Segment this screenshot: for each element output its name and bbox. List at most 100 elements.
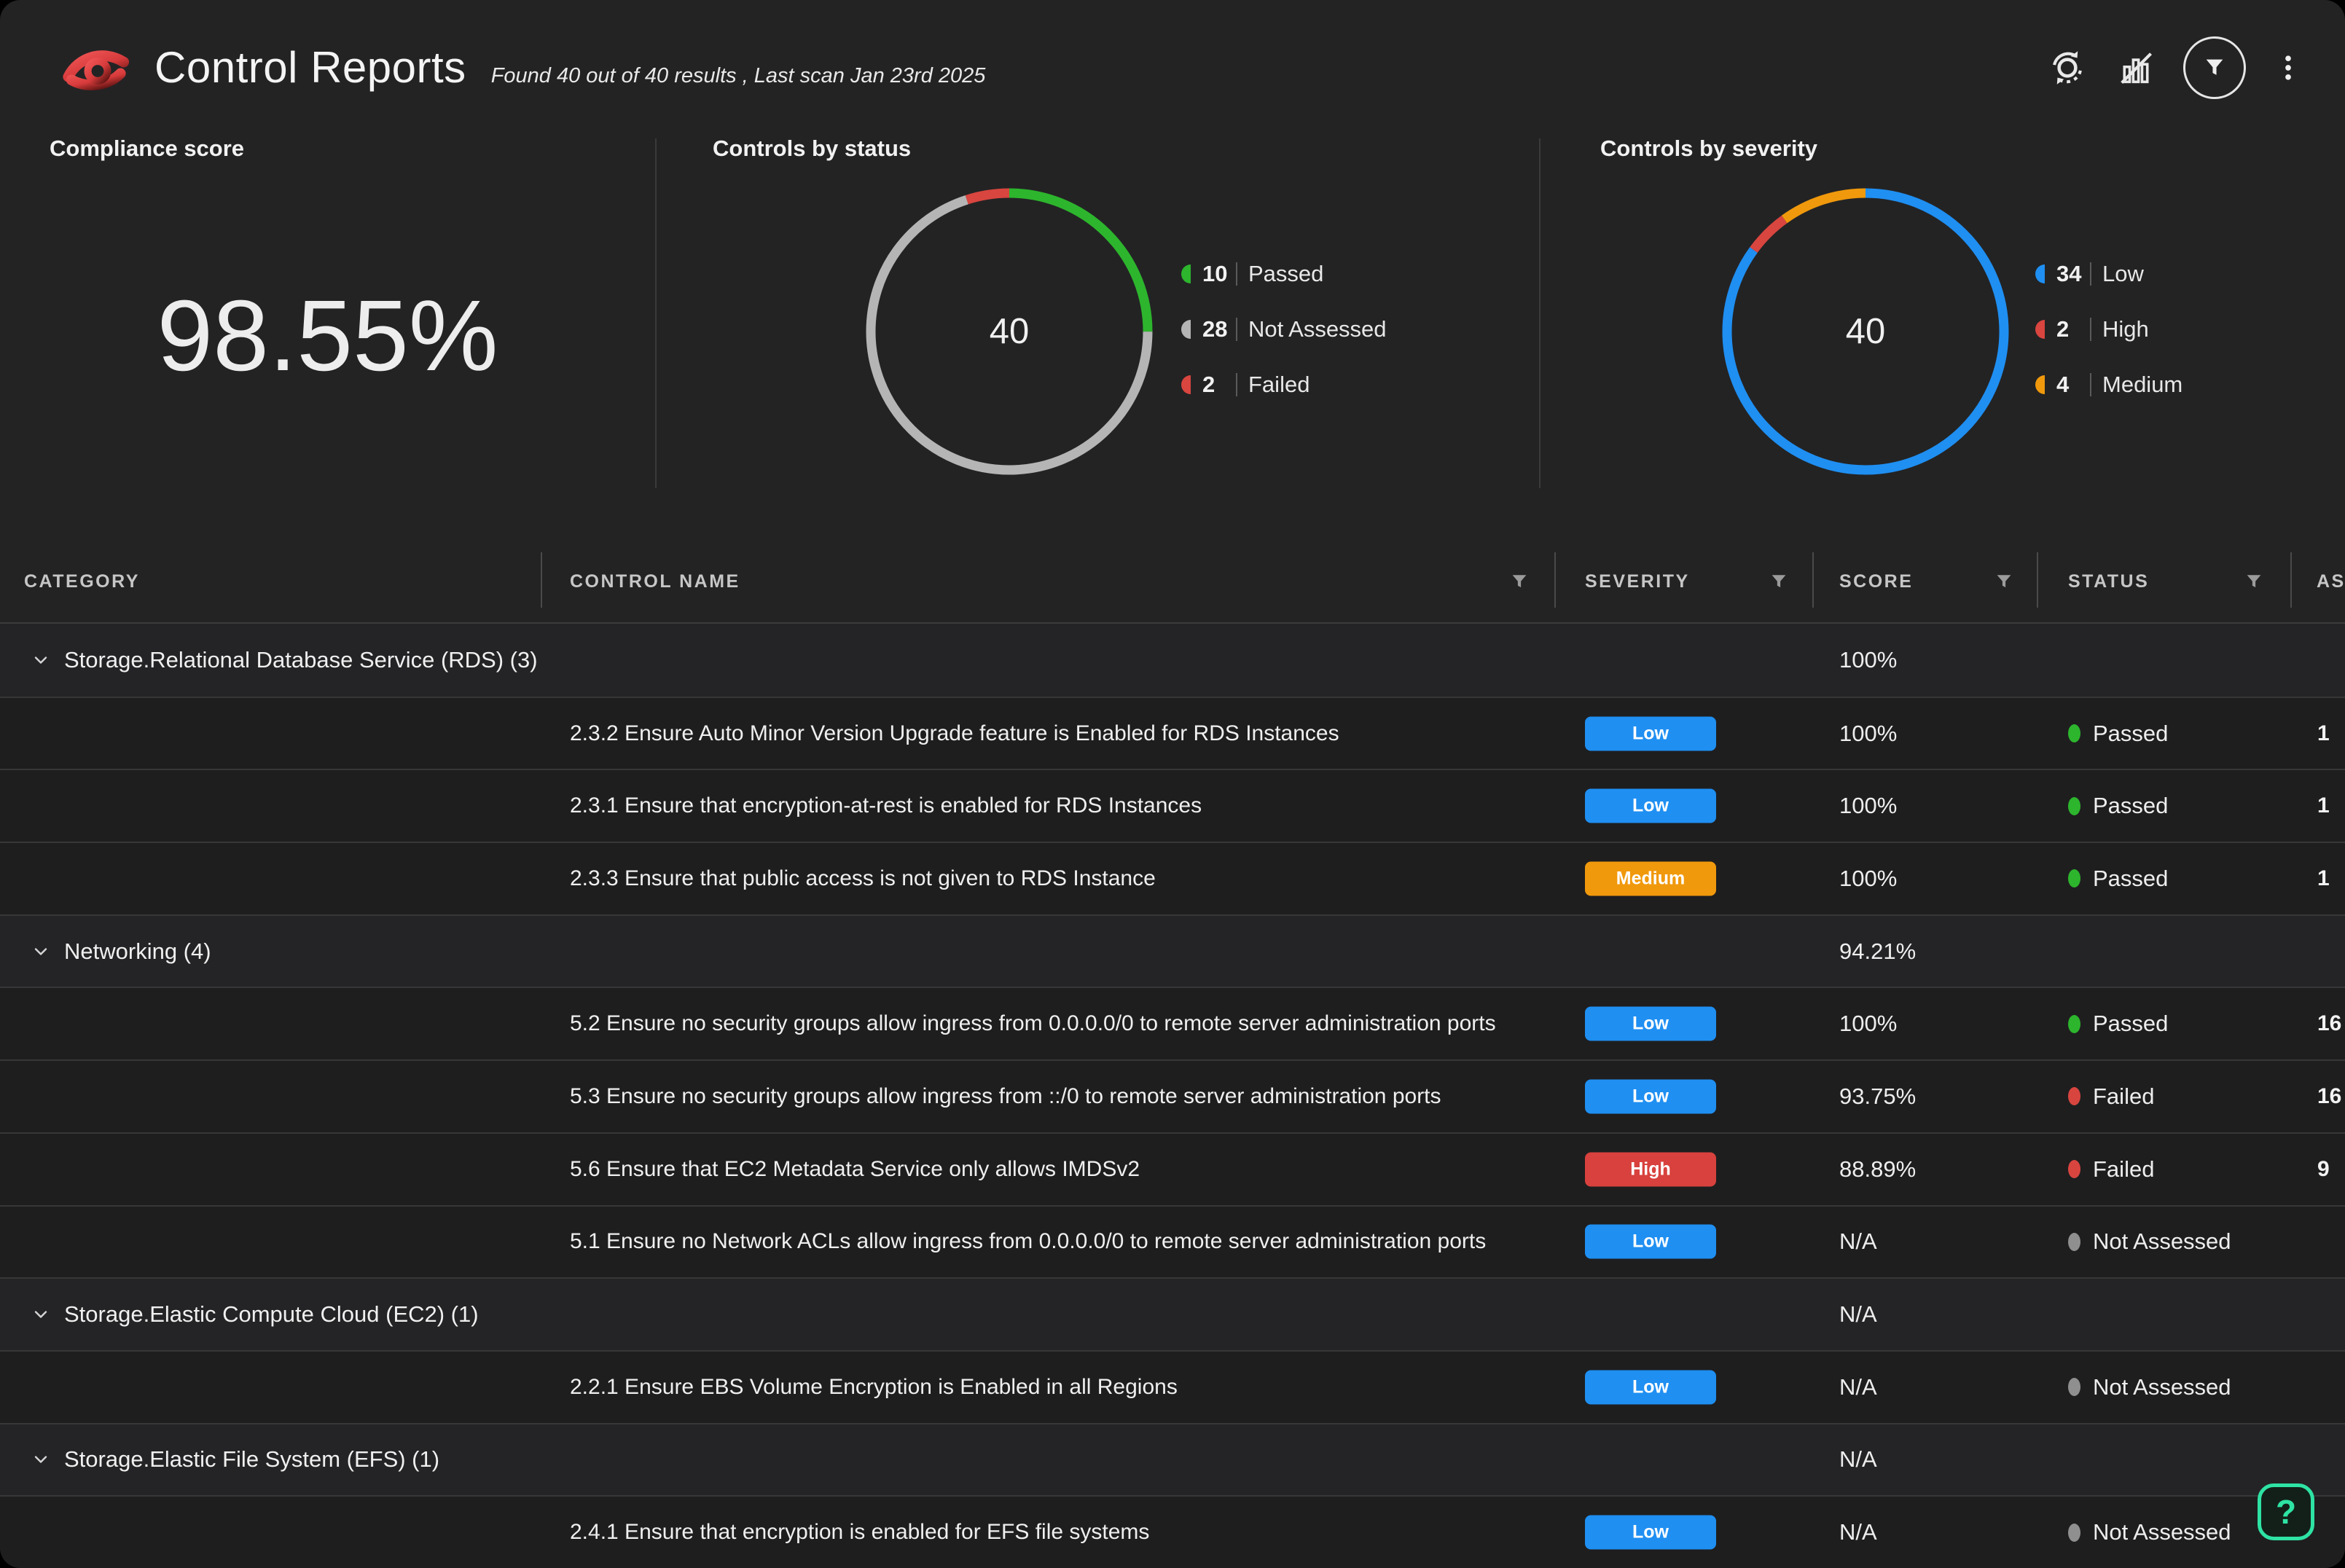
table-row-group[interactable]: Storage.Elastic Compute Cloud (EC2) (1)N…: [0, 1277, 2345, 1350]
chevron-down-icon[interactable]: [28, 1301, 54, 1328]
legend-item-failed[interactable]: 2 Failed: [1181, 364, 1387, 405]
severity-filter-icon[interactable]: [1768, 571, 1790, 592]
assets-count: 9: [2317, 1157, 2330, 1182]
status-label: Passed: [2093, 721, 2168, 747]
table-row-group[interactable]: Networking (4)94.21%: [0, 914, 2345, 987]
table-row-control[interactable]: 5.6 Ensure that EC2 Metadata Service onl…: [0, 1132, 2345, 1205]
column-header-category[interactable]: CATEGORY: [24, 571, 140, 592]
legend-item-high[interactable]: 2High: [2035, 309, 2182, 350]
severity-donut-total: 40: [1712, 179, 2019, 485]
column-header-control-name[interactable]: CONTROL NAME: [570, 571, 740, 592]
legend-label: Failed: [1248, 372, 1309, 398]
filter-button[interactable]: [2183, 36, 2246, 99]
kebab-menu-icon: [2272, 47, 2304, 89]
control-name-filter-icon[interactable]: [1508, 571, 1530, 592]
table-row-control[interactable]: 5.2 Ensure no security groups allow ingr…: [0, 987, 2345, 1059]
severity-badge: Low: [1585, 1225, 1716, 1259]
table-row-group[interactable]: Storage.Elastic File System (EFS) (1)N/A: [0, 1423, 2345, 1496]
control-name: 2.4.1 Ensure that encryption is enabled …: [570, 1520, 1149, 1545]
chevron-down-icon[interactable]: [28, 938, 54, 965]
status-cell: Failed: [2068, 1083, 2154, 1110]
more-options-button[interactable]: [2272, 47, 2304, 89]
legend-bullet-icon: [2035, 375, 2045, 394]
assets-count: 1: [2317, 793, 2330, 818]
column-header-assets[interactable]: ASSETS: [2317, 571, 2345, 592]
status-dot-icon: [2068, 1160, 2080, 1178]
chevron-down-icon[interactable]: [28, 647, 54, 673]
chevron-down-icon[interactable]: [28, 1446, 54, 1473]
compliance-score-card: Compliance score 98.55%: [0, 131, 655, 528]
table-row-control[interactable]: 2.3.2 Ensure Auto Minor Version Upgrade …: [0, 697, 2345, 769]
column-header-status[interactable]: STATUS: [2068, 571, 2149, 592]
severity-badge: Low: [1585, 1079, 1716, 1113]
column-separator: [1812, 552, 1814, 608]
legend-value: 28: [1202, 316, 1236, 342]
severity-badge: Medium: [1585, 861, 1716, 895]
control-reports-app: Control Reports Found 40 out of 40 resul…: [0, 0, 2345, 1568]
table-row-control[interactable]: 2.4.1 Ensure that encryption is enabled …: [0, 1495, 2345, 1568]
legend-bullet-icon: [2035, 264, 2045, 283]
column-header-severity[interactable]: SEVERITY: [1585, 571, 1690, 592]
column-header-score[interactable]: SCORE: [1839, 571, 1913, 592]
group-score: N/A: [1839, 1301, 1877, 1328]
auto-refresh-button[interactable]: [2046, 47, 2088, 89]
status-filter-icon[interactable]: [2243, 571, 2265, 592]
status-dot-icon: [2068, 1233, 2080, 1251]
app-header: Control Reports Found 40 out of 40 resul…: [0, 0, 2345, 135]
control-name: 2.2.1 Ensure EBS Volume Encryption is En…: [570, 1375, 1178, 1400]
legend-value: 34: [2056, 261, 2090, 287]
legend-label: Medium: [2102, 372, 2182, 398]
table-row-control[interactable]: 5.3 Ensure no security groups allow ingr…: [0, 1059, 2345, 1132]
status-dot-icon: [2068, 869, 2080, 887]
control-name: 5.1 Ensure no Network ACLs allow ingress…: [570, 1229, 1486, 1254]
legend-divider: [1236, 373, 1237, 396]
legend-divider: [2090, 318, 2091, 341]
status-cell: Passed: [2068, 793, 2168, 819]
legend-label: Not Assessed: [1248, 316, 1387, 342]
score-value: 100%: [1839, 793, 1897, 819]
compliance-score-value: 98.55%: [0, 286, 655, 386]
control-name: 2.3.1 Ensure that encryption-at-rest is …: [570, 793, 1202, 818]
status-dot-icon: [2068, 1015, 2080, 1033]
legend-bullet-icon: [1181, 264, 1191, 283]
legend-value: 2: [2056, 316, 2090, 342]
status-label: Not Assessed: [2093, 1374, 2231, 1400]
legend-item-medium[interactable]: 4Medium: [2035, 364, 2182, 405]
status-legend: 10Passed 28 Not Assessed 2 Failed: [1181, 254, 1387, 420]
status-donut-chart: 40: [856, 179, 1162, 485]
table-row-group[interactable]: Storage.Relational Database Service (RDS…: [0, 624, 2345, 697]
control-name: 2.3.3 Ensure that public access is not g…: [570, 866, 1156, 891]
legend-divider: [1236, 262, 1237, 286]
status-donut-total: 40: [856, 179, 1162, 485]
card-title: Controls by status: [713, 136, 911, 162]
table-row-control[interactable]: 2.3.1 Ensure that encryption-at-rest is …: [0, 769, 2345, 842]
assets-count: 1: [2317, 721, 2330, 746]
score-filter-icon[interactable]: [1993, 571, 2015, 592]
header-actions: [2046, 36, 2304, 99]
control-name: 5.2 Ensure no security groups allow ingr…: [570, 1011, 1496, 1036]
legend-divider: [2090, 373, 2091, 396]
score-value: 100%: [1839, 1011, 1897, 1037]
legend-bullet-icon: [1181, 320, 1191, 339]
severity-badge: Low: [1585, 789, 1716, 823]
status-cell: Failed: [2068, 1156, 2154, 1183]
table-row-control[interactable]: 2.3.3 Ensure that public access is not g…: [0, 842, 2345, 914]
auto-refresh-icon: [2046, 47, 2088, 89]
legend-item-passed[interactable]: 10Passed: [1181, 254, 1387, 294]
legend-item-not-assessed[interactable]: 28 Not Assessed: [1181, 309, 1387, 350]
legend-value: 2: [1202, 372, 1236, 398]
score-value: 88.89%: [1839, 1156, 1916, 1183]
group-label: Networking (4): [64, 938, 211, 965]
toggle-charts-button[interactable]: [2115, 47, 2157, 89]
severity-badge: High: [1585, 1152, 1716, 1186]
table-row-control[interactable]: 2.2.1 Ensure EBS Volume Encryption is En…: [0, 1350, 2345, 1423]
help-button[interactable]: ?: [2258, 1483, 2314, 1540]
status-cell: Not Assessed: [2068, 1228, 2231, 1255]
status-label: Not Assessed: [2093, 1228, 2231, 1255]
control-name: 5.6 Ensure that EC2 Metadata Service onl…: [570, 1157, 1140, 1182]
chart-slash-icon: [2115, 47, 2157, 89]
page-title: Control Reports: [154, 42, 466, 93]
status-label: Failed: [2093, 1083, 2154, 1110]
table-row-control[interactable]: 5.1 Ensure no Network ACLs allow ingress…: [0, 1205, 2345, 1278]
legend-item-low[interactable]: 34Low: [2035, 254, 2182, 294]
